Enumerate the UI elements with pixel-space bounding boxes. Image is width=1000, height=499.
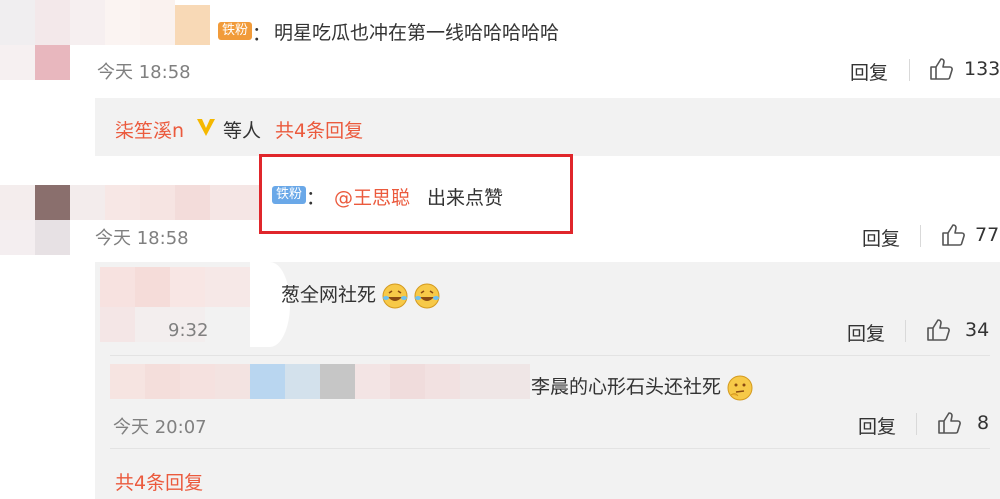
laughing-crying-emoji-icon xyxy=(414,283,440,308)
thumbs-up-icon[interactable] xyxy=(940,222,966,248)
iron-fan-badge: 铁粉 xyxy=(272,186,307,204)
colon: ： xyxy=(306,187,326,209)
reply-text: 葱全网社死 xyxy=(281,280,440,309)
divider xyxy=(916,413,917,435)
comment-timestamp: 今天 18:58 xyxy=(95,228,189,249)
mention-link[interactable]: @王思聪 xyxy=(334,183,410,210)
reply-button[interactable]: 回复 xyxy=(862,224,900,251)
comment-text: 出来点赞 xyxy=(427,187,504,209)
reply-timestamp: 9:32 xyxy=(168,320,209,341)
like-count: 77 xyxy=(975,224,1000,246)
thinking-emoji-icon xyxy=(727,375,753,400)
reply-user-link[interactable]: 柒笙溪n xyxy=(115,116,184,143)
reply-summary-panel[interactable]: 柒笙溪n 等人 共4条回复 xyxy=(95,98,1000,156)
laughing-crying-emoji-icon xyxy=(382,283,408,308)
verified-v-icon xyxy=(197,119,215,136)
reply-divider xyxy=(110,355,990,356)
iron-fan-badge: 铁粉 xyxy=(218,22,253,40)
comment-text: 明星吃瓜也冲在第一线哈哈哈哈哈 xyxy=(274,22,560,44)
divider xyxy=(920,225,921,247)
thumbs-up-icon[interactable] xyxy=(928,56,954,82)
reply-count-link[interactable]: 共4条回复 xyxy=(275,116,363,143)
reply-button[interactable]: 回复 xyxy=(850,58,888,85)
thumbs-up-icon[interactable] xyxy=(936,410,962,436)
like-count: 8 xyxy=(977,412,990,434)
blurred-reply-user-2 xyxy=(110,364,530,399)
like-count: 34 xyxy=(965,319,990,341)
colon: ： xyxy=(252,23,272,45)
divider xyxy=(909,59,910,81)
replies-panel: 葱全网社死 9:32 回复 34 李晨的心形石头还社死 今天 20:07 回复 … xyxy=(95,262,1000,499)
more-replies-link[interactable]: 共4条回复 xyxy=(115,468,203,495)
divider xyxy=(905,320,906,342)
thumbs-up-icon[interactable] xyxy=(925,317,951,343)
reply-button[interactable]: 回复 xyxy=(847,319,885,346)
comment-timestamp: 今天 18:58 xyxy=(97,62,191,83)
reply-button[interactable]: 回复 xyxy=(858,412,896,439)
reply-text: 李晨的心形石头还社死 xyxy=(531,372,753,401)
reply-divider xyxy=(110,448,990,449)
reply-summary-suffix: 等人 xyxy=(223,120,262,142)
reply-timestamp: 今天 20:07 xyxy=(113,417,207,438)
like-count: 133 xyxy=(964,58,1000,80)
